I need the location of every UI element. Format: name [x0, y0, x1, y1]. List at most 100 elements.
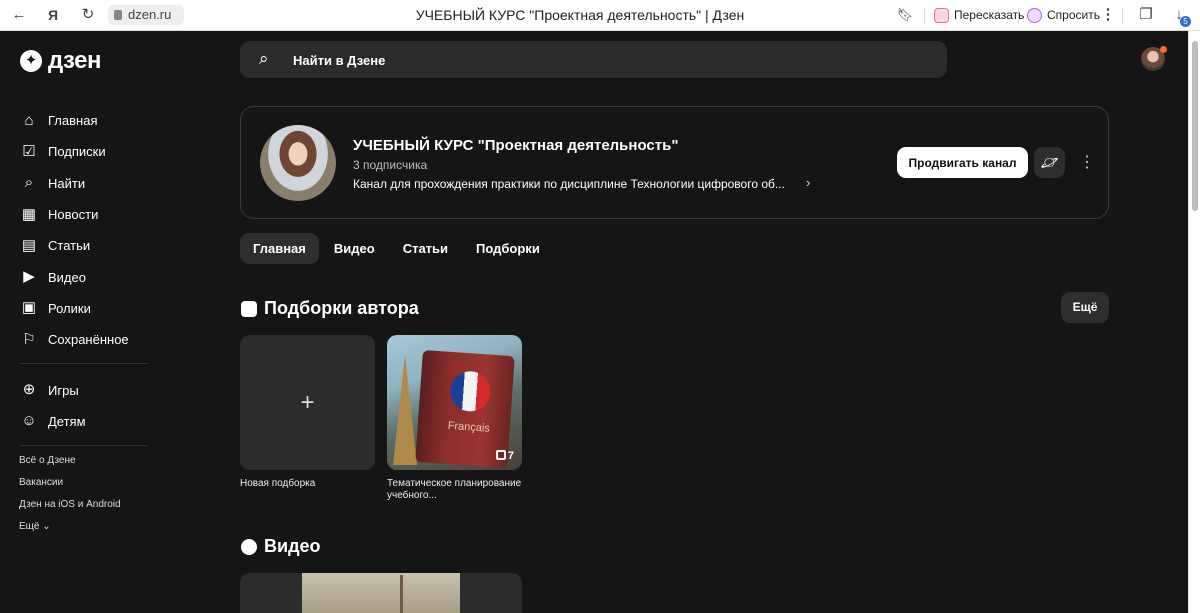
video-section-title: Видео [241, 536, 321, 557]
home-icon: ⌂ [24, 111, 34, 129]
dzen-logo[interactable]: дзен [20, 47, 101, 75]
planet-icon[interactable]: 🪐︎ [1034, 147, 1065, 178]
search-input[interactable] [293, 50, 693, 70]
sidebar-item-label: Главная [48, 113, 98, 129]
footer-link-about[interactable]: Всё о Дзене [19, 452, 121, 474]
kebab-menu-icon[interactable]: ⋮ [1099, 6, 1117, 24]
tab-home[interactable]: Главная [240, 233, 319, 264]
section-title-text: Видео [264, 536, 321, 556]
book-word: Français [447, 419, 491, 435]
footer-link-more[interactable]: Ещё ⌄ [19, 518, 121, 540]
footer-link-jobs[interactable]: Вакансии [19, 474, 121, 496]
sidebar-item-games[interactable]: ⊕ Игры [20, 374, 150, 405]
eiffel-tower-image [393, 355, 417, 465]
video-card[interactable] [240, 573, 522, 613]
shorts-icon: ▣ [21, 299, 37, 317]
search-bar[interactable]: ⌕ [240, 41, 947, 78]
section-title-text: Подборки автора [264, 298, 419, 318]
logo-text: дзен [48, 47, 101, 74]
sidebar-item-label: Детям [48, 413, 86, 429]
plus-icon: + [300, 389, 315, 416]
chevron-down-icon: ⌄ [42, 521, 51, 532]
notification-dot [1160, 46, 1167, 53]
french-flag-image [448, 369, 492, 413]
kids-icon: ☺ [21, 412, 37, 430]
sidebar-item-search[interactable]: ⌕ Найти [20, 168, 150, 199]
divider [924, 7, 925, 24]
sidebar-item-label: Ролики [48, 300, 91, 316]
tab-video[interactable]: Видео [321, 233, 388, 264]
channel-name: УЧЕБНЫЙ КУРС "Проектная деятельность" [353, 137, 679, 154]
retell-button[interactable]: Пересказать [934, 5, 1024, 26]
search-icon: ⌕ [24, 174, 34, 192]
sidebar-item-label: Подписки [48, 144, 106, 160]
user-avatar[interactable] [1141, 46, 1167, 71]
sidebar-item-shorts[interactable]: ▣ Ролики [20, 293, 150, 324]
sidebar-item-home[interactable]: ⌂ Главная [20, 105, 150, 136]
channel-header-card: УЧЕБНЫЙ КУРС "Проектная деятельность" 3 … [240, 106, 1109, 219]
video-icon [241, 538, 257, 555]
divider [1018, 7, 1019, 24]
sidebar-item-label: Новости [48, 207, 99, 223]
address-bar[interactable]: dzen.ru [108, 5, 184, 25]
sidebar-item-saved[interactable]: ⚐ Сохранённое [20, 324, 150, 355]
ask-button[interactable]: Спросить [1027, 5, 1100, 26]
sidebar-divider [20, 363, 147, 365]
dzen-star-icon [20, 50, 42, 72]
collections-icon[interactable]: ❐ [1137, 6, 1155, 24]
bookmark-icon: ⚐ [22, 330, 36, 348]
tab-articles[interactable]: Статьи [390, 233, 461, 264]
scrollbar-thumb[interactable] [1192, 41, 1198, 211]
collections-icon [241, 300, 257, 317]
bookmark-icon[interactable]: 🔖︎ [896, 6, 914, 24]
retell-label: Пересказать [954, 8, 1025, 22]
sidebar-item-kids[interactable]: ☺ Детям [20, 406, 150, 437]
sidebar-item-label: Игры [48, 382, 79, 398]
ask-icon [1027, 8, 1042, 23]
channel-avatar[interactable] [260, 125, 336, 201]
footer-more-label: Ещё [19, 521, 40, 532]
retell-icon [934, 8, 949, 23]
ask-label: Спросить [1047, 8, 1100, 22]
new-collection-tile[interactable]: + [240, 335, 375, 470]
collections-section-title: Подборки автора [241, 298, 419, 319]
url-text: dzen.ru [128, 7, 172, 22]
collection-count-value: 7 [507, 450, 514, 462]
back-arrow-icon[interactable]: ← [10, 6, 28, 24]
reload-icon[interactable]: ↻ [79, 6, 97, 24]
stack-icon [495, 450, 506, 460]
divider [1122, 7, 1123, 24]
search-icon: ⌕ [259, 49, 269, 68]
news-icon: ▦ [21, 205, 37, 223]
more-options-icon[interactable]: ⋮ [1079, 152, 1095, 174]
sidebar-footer: Всё о Дзене Вакансии Дзен на iOS и Andro… [19, 452, 121, 540]
collection-label[interactable]: Тематическое планирование учебного... [387, 478, 522, 502]
subscriptions-icon: ☑ [22, 142, 36, 160]
channel-description[interactable]: Канал для прохождения практики по дисцип… [353, 177, 785, 191]
sidebar-item-video[interactable]: ▶ Видео [20, 261, 150, 292]
collection-count: 7 [495, 450, 514, 462]
new-collection-label[interactable]: Новая подборка [240, 478, 375, 490]
downloads-badge: 5 [1180, 16, 1191, 27]
yandex-icon[interactable]: Я [44, 6, 62, 24]
sidebar-item-label: Статьи [48, 238, 91, 254]
subscriber-count: 3 подписчика [353, 158, 428, 172]
sidebar-item-label: Видео [48, 269, 86, 285]
sidebar-nav: ⌂ Главная ☑ Подписки ⌕ Найти ▦ Новости ▤ Стат… [20, 105, 150, 456]
footer-link-apps[interactable]: Дзен на iOS и Android [19, 496, 121, 518]
chevron-right-icon[interactable]: › [806, 175, 810, 190]
sidebar-item-label: Сохранённое [48, 332, 129, 348]
sidebar-item-label: Найти [48, 175, 86, 191]
browser-toolbar: ← Я ↻ dzen.ru УЧЕБНЫЙ КУРС "Проектная де… [0, 0, 1200, 31]
page-scrollbar[interactable] [1188, 31, 1200, 613]
promote-channel-button[interactable]: Продвигать канал [897, 147, 1028, 178]
collections-more-button[interactable]: Ещё [1061, 292, 1109, 323]
gamepad-icon: ⊕ [22, 381, 36, 399]
collection-tile-planning[interactable]: Français 7 [387, 335, 522, 470]
sidebar-item-subscriptions[interactable]: ☑ Подписки [20, 136, 150, 167]
sidebar-item-news[interactable]: ▦ Новости [20, 199, 150, 230]
sidebar-item-articles[interactable]: ▤ Статьи [20, 230, 150, 261]
channel-tabs: Главная Видео Статьи Подборки [240, 233, 555, 264]
tab-collections[interactable]: Подборки [463, 233, 553, 264]
video-thumbnail [302, 573, 460, 613]
